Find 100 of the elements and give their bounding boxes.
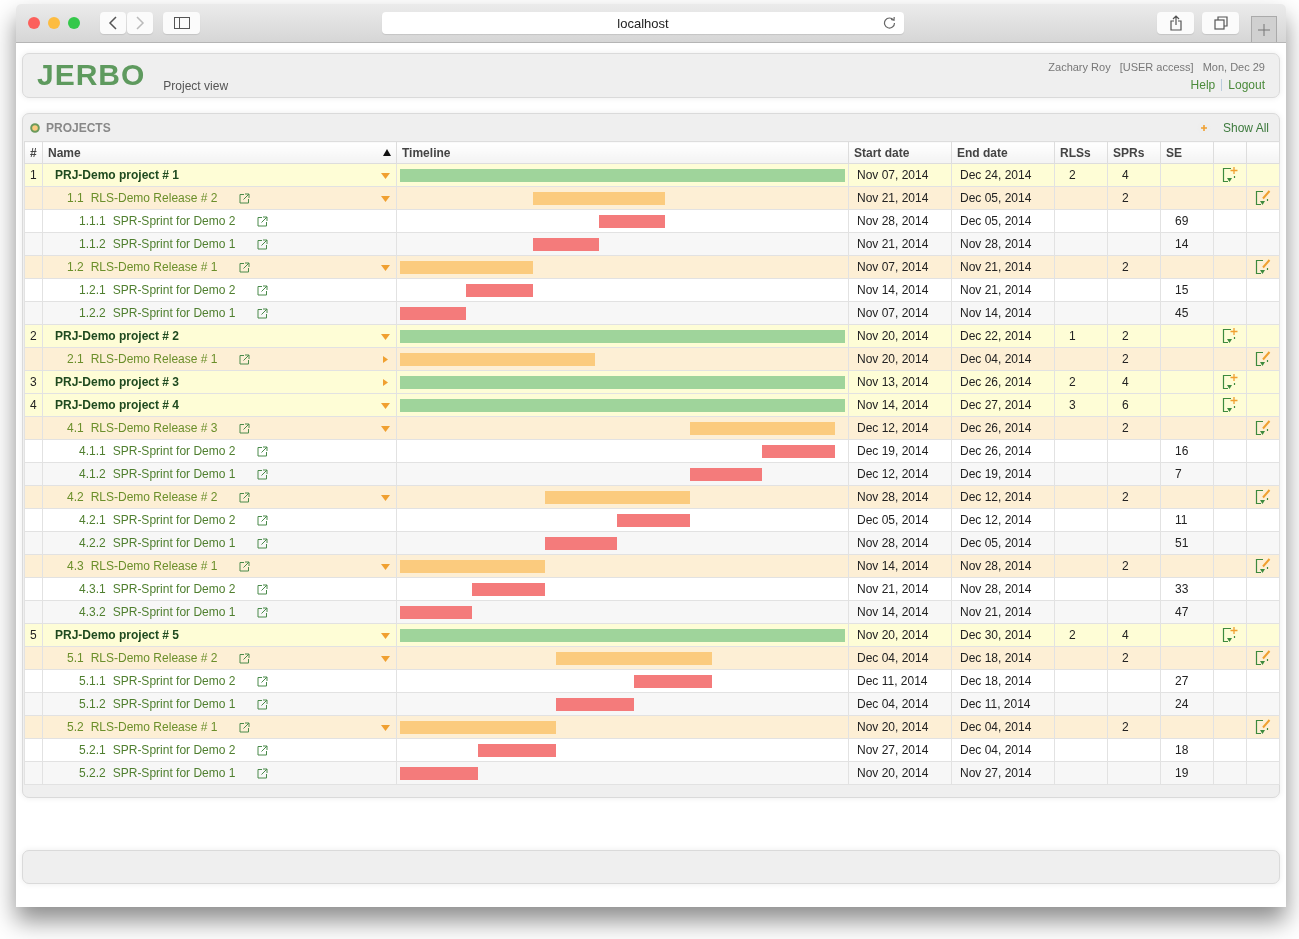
external-link-icon[interactable] xyxy=(239,652,251,664)
add-document-icon[interactable] xyxy=(1222,397,1238,413)
add-document-icon[interactable] xyxy=(1222,374,1238,390)
end-date: Nov 28, 2014 xyxy=(960,582,1032,596)
caret-icon[interactable] xyxy=(381,562,390,570)
external-link-icon[interactable] xyxy=(239,261,251,273)
external-link-icon[interactable] xyxy=(257,606,269,618)
add-document-icon[interactable] xyxy=(1222,627,1238,643)
start-date: Nov 28, 2014 xyxy=(857,490,929,504)
external-link-icon[interactable] xyxy=(257,767,269,779)
end-date: Nov 28, 2014 xyxy=(960,237,1032,251)
external-link-icon[interactable] xyxy=(257,675,269,687)
column-header[interactable]: # xyxy=(24,141,43,164)
external-link-icon[interactable] xyxy=(257,307,269,319)
caret-icon[interactable] xyxy=(381,493,390,501)
end-date: Nov 21, 2014 xyxy=(960,260,1032,274)
current-date: Mon, Dec 29 xyxy=(1202,61,1265,73)
external-link-icon[interactable] xyxy=(257,537,269,549)
back-button[interactable] xyxy=(100,12,126,34)
column-header[interactable]: Timeline xyxy=(396,141,849,164)
caret-icon[interactable] xyxy=(381,424,390,432)
column-header[interactable]: Start date xyxy=(848,141,952,164)
row-number: 5 xyxy=(30,628,37,642)
column-header[interactable]: Name xyxy=(42,141,397,164)
caret-icon[interactable] xyxy=(381,194,390,202)
end-date: Dec 18, 2014 xyxy=(960,651,1032,665)
column-header[interactable]: SE xyxy=(1160,141,1214,164)
sidebar-button[interactable] xyxy=(163,12,200,34)
chevron-left-icon[interactable] xyxy=(108,16,118,30)
sprints-count: 6 xyxy=(1122,398,1129,412)
sidebar-icon[interactable] xyxy=(173,17,190,29)
caret-icon[interactable] xyxy=(381,263,390,271)
external-link-icon[interactable] xyxy=(257,445,269,457)
releases-count: 2 xyxy=(1069,168,1076,182)
caret-icon[interactable] xyxy=(381,401,390,409)
row-number: 4 xyxy=(30,398,37,412)
caret-icon[interactable] xyxy=(381,332,390,340)
edit-document-icon[interactable] xyxy=(1255,719,1271,735)
external-link-icon[interactable] xyxy=(257,514,269,526)
edit-document-icon[interactable] xyxy=(1255,351,1271,367)
header-link[interactable]: Help xyxy=(1190,78,1216,92)
external-link-icon[interactable] xyxy=(239,192,251,204)
column-header[interactable]: SPRs xyxy=(1107,141,1161,164)
edit-document-icon[interactable] xyxy=(1255,259,1271,275)
edit-document-icon[interactable] xyxy=(1255,489,1271,505)
close-window-button[interactable] xyxy=(28,17,40,29)
edit-document-icon[interactable] xyxy=(1255,558,1271,574)
end-date: Dec 05, 2014 xyxy=(960,536,1032,550)
plus-icon[interactable] xyxy=(1258,23,1270,36)
external-link-icon[interactable] xyxy=(257,698,269,710)
caret-icon[interactable] xyxy=(381,355,390,363)
show-all-link[interactable]: Show All xyxy=(1222,120,1269,135)
start-date: Nov 13, 2014 xyxy=(857,375,929,389)
external-link-icon[interactable] xyxy=(239,491,251,503)
add-document-icon[interactable] xyxy=(1222,328,1238,344)
start-date: Dec 12, 2014 xyxy=(857,467,929,481)
end-date: Dec 04, 2014 xyxy=(960,352,1032,366)
tabs-icon[interactable] xyxy=(1213,16,1228,30)
external-link-icon[interactable] xyxy=(257,583,269,595)
external-link-icon[interactable] xyxy=(257,744,269,756)
sprints-count: 2 xyxy=(1122,559,1129,573)
start-date: Nov 14, 2014 xyxy=(857,398,929,412)
external-link-icon[interactable] xyxy=(239,721,251,733)
address-bar[interactable]: localhost xyxy=(382,12,904,34)
external-link-icon[interactable] xyxy=(257,284,269,296)
caret-icon[interactable] xyxy=(381,378,390,386)
start-date: Nov 20, 2014 xyxy=(857,352,929,366)
se-value: 15 xyxy=(1175,283,1189,297)
start-date: Nov 07, 2014 xyxy=(857,306,929,320)
sort-ascending-icon[interactable] xyxy=(383,149,391,156)
edit-document-icon[interactable] xyxy=(1255,190,1271,206)
caret-icon[interactable] xyxy=(381,654,390,662)
start-date: Nov 20, 2014 xyxy=(857,628,929,642)
edit-document-icon[interactable] xyxy=(1255,650,1271,666)
sprints-count: 4 xyxy=(1122,375,1129,389)
end-date: Dec 04, 2014 xyxy=(960,743,1032,757)
timeline-bar xyxy=(598,214,666,228)
column-header[interactable]: End date xyxy=(951,141,1055,164)
start-date: Dec 04, 2014 xyxy=(857,651,929,665)
external-link-icon[interactable] xyxy=(239,560,251,572)
external-link-icon[interactable] xyxy=(257,215,269,227)
end-date: Nov 27, 2014 xyxy=(960,766,1032,780)
share-icon[interactable] xyxy=(1169,15,1182,31)
caret-icon[interactable] xyxy=(381,723,390,731)
external-link-icon[interactable] xyxy=(239,422,251,434)
add-document-icon[interactable] xyxy=(1222,167,1238,183)
external-link-icon[interactable] xyxy=(257,468,269,480)
user-name: Zachary Roy xyxy=(1048,61,1111,73)
status-dot-icon xyxy=(30,122,40,133)
header-link[interactable]: Logout xyxy=(1228,78,1265,92)
releases-count: 3 xyxy=(1069,398,1076,412)
caret-icon[interactable] xyxy=(381,631,390,639)
reload-icon[interactable] xyxy=(883,16,896,29)
external-link-icon[interactable] xyxy=(257,238,269,250)
caret-icon[interactable] xyxy=(381,171,390,179)
tabs-button[interactable] xyxy=(1202,12,1239,34)
edit-document-icon[interactable] xyxy=(1255,420,1271,436)
sprints-count: 2 xyxy=(1122,352,1129,366)
external-link-icon[interactable] xyxy=(239,353,251,365)
column-header[interactable]: RLSs xyxy=(1054,141,1108,164)
